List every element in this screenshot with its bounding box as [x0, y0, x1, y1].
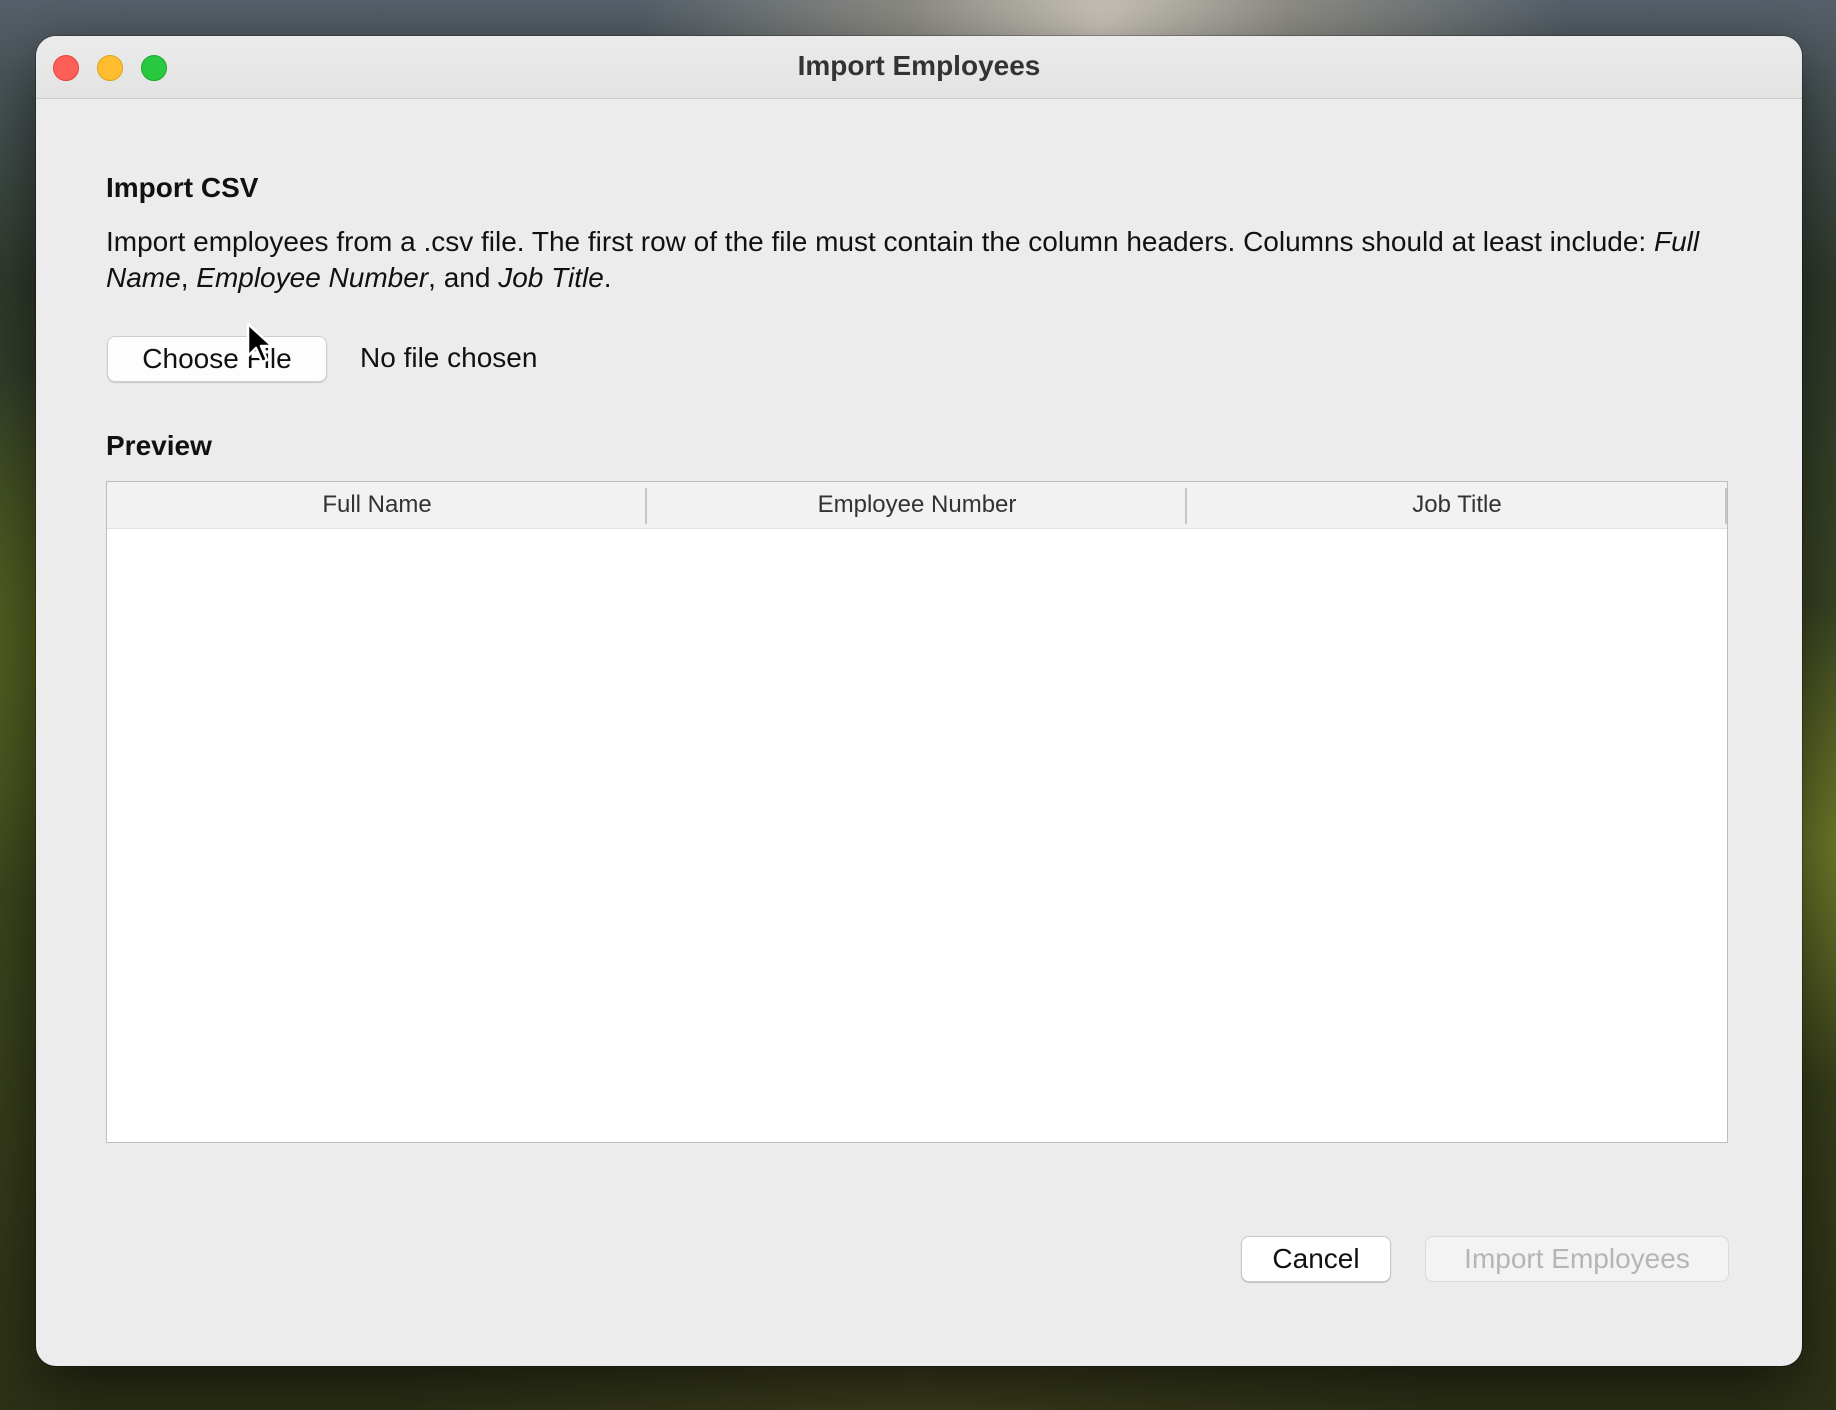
choose-file-button[interactable]: Choose File	[107, 336, 327, 382]
column-header-employee-number[interactable]: Employee Number	[647, 482, 1187, 528]
cancel-button[interactable]: Cancel	[1241, 1236, 1391, 1282]
required-column-employee-number: Employee Number	[196, 262, 429, 293]
description-suffix: .	[603, 262, 612, 293]
file-status-text: No file chosen	[360, 342, 538, 373]
import-description: Import employees from a .csv file. The f…	[106, 224, 1726, 296]
description-prefix: Import employees from a .csv file. The f…	[106, 226, 1654, 257]
table-header: Full Name Employee Number Job Title	[107, 482, 1727, 529]
table-body	[107, 529, 1727, 1142]
import-csv-heading: Import CSV	[106, 172, 259, 203]
description-separator: ,	[180, 262, 197, 293]
preview-heading: Preview	[106, 430, 212, 461]
window-title: Import Employees	[797, 50, 1041, 81]
import-employees-window: Import Employees Import CSV Import emplo…	[36, 36, 1802, 1366]
description-separator: , and	[428, 262, 499, 293]
preview-table: Full Name Employee Number Job Title	[106, 481, 1728, 1143]
column-header-full-name[interactable]: Full Name	[107, 482, 647, 528]
required-column-job-title: Job Title	[498, 262, 604, 293]
title-bar[interactable]: Import Employees	[36, 36, 1802, 99]
import-employees-button[interactable]: Import Employees	[1425, 1236, 1729, 1282]
column-header-job-title[interactable]: Job Title	[1187, 482, 1727, 528]
mouse-pointer-icon	[246, 322, 274, 364]
